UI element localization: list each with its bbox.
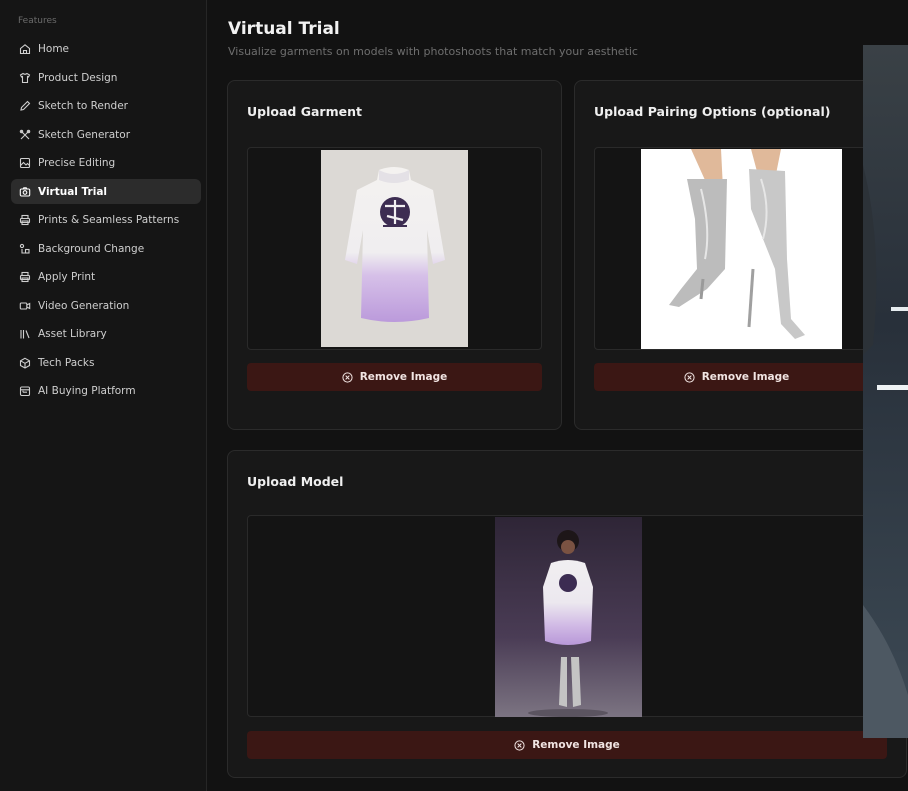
garment-remove-label: Remove Image xyxy=(359,371,448,383)
main-content: Virtual Trial Visualize garments on mode… xyxy=(207,0,908,791)
image-edit-icon xyxy=(18,156,31,169)
sidebar-item-label: Home xyxy=(38,42,70,55)
sidebar-item-tech-packs[interactable]: Tech Packs xyxy=(11,350,201,375)
upload-model-title: Upload Model xyxy=(247,474,344,489)
sidebar-item-label: Tech Packs xyxy=(38,356,95,369)
sidebar-item-virtual-trial[interactable]: Virtual Trial xyxy=(11,179,201,204)
sidebar-item-label: Video Generation xyxy=(38,299,130,312)
sidebar-item-prints-seamless-patterns[interactable]: Prints & Seamless Patterns xyxy=(11,207,201,232)
garment-dropzone[interactable] xyxy=(247,147,542,350)
sidebar-item-product-design[interactable]: Product Design xyxy=(11,65,201,90)
tools-icon xyxy=(18,128,31,141)
upload-garment-card: Upload Garment Remove Image xyxy=(227,80,562,430)
upload-model-card: Upload Model Remove Image xyxy=(227,450,907,778)
pairing-remove-image-button[interactable]: Remove Image xyxy=(594,363,879,391)
printer-icon xyxy=(18,270,31,283)
video-icon xyxy=(18,299,31,312)
sidebar-item-label: Asset Library xyxy=(38,327,107,340)
sidebar-item-label: Precise Editing xyxy=(38,156,116,169)
sidebar-item-home[interactable]: Home xyxy=(11,36,201,61)
upload-garment-title: Upload Garment xyxy=(247,104,362,119)
sidebar-item-label: AI Buying Platform xyxy=(38,384,136,397)
sidebar-item-label: Product Design xyxy=(38,71,118,84)
upload-pairing-card: Upload Pairing Options (optional) Remove… xyxy=(574,80,894,430)
printer-icon xyxy=(18,213,31,226)
garment-image xyxy=(321,150,468,347)
close-circle-icon xyxy=(342,371,353,383)
sidebar-item-label: Prints & Seamless Patterns xyxy=(38,213,180,226)
sidebar-item-label: Sketch to Render xyxy=(38,99,128,112)
sidebar-item-sketch-generator[interactable]: Sketch Generator xyxy=(11,122,201,147)
features-section-label: Features xyxy=(18,16,57,26)
sidebar-item-asset-library[interactable]: Asset Library xyxy=(11,321,201,346)
upload-pairing-title: Upload Pairing Options (optional) xyxy=(594,104,831,119)
page-subtitle: Visualize garments on models with photos… xyxy=(228,45,638,58)
boots-image xyxy=(641,149,842,349)
sidebar-item-video-generation[interactable]: Video Generation xyxy=(11,293,201,318)
sidebar-item-sketch-to-render[interactable]: Sketch to Render xyxy=(11,93,201,118)
close-circle-icon xyxy=(514,739,525,751)
library-icon xyxy=(18,327,31,340)
pairing-remove-label: Remove Image xyxy=(701,371,790,383)
sidebar-item-precise-editing[interactable]: Precise Editing xyxy=(11,150,201,175)
model-dropzone[interactable] xyxy=(247,515,907,717)
home-icon xyxy=(18,42,31,55)
garment-remove-image-button[interactable]: Remove Image xyxy=(247,363,542,391)
model-image xyxy=(495,517,642,717)
sidebar-item-apply-print[interactable]: Apply Print xyxy=(11,264,201,289)
sidebar-item-ai-buying-platform[interactable]: AI Buying Platform xyxy=(11,378,201,403)
sidebar-item-label: Sketch Generator xyxy=(38,128,131,141)
sidebar: Features Home Product Design Sketch to R… xyxy=(0,0,207,791)
pairing-dropzone[interactable] xyxy=(594,147,879,350)
close-circle-icon xyxy=(684,371,695,383)
model-remove-label: Remove Image xyxy=(532,739,620,751)
model-remove-image-button[interactable]: Remove Image xyxy=(247,731,887,759)
shirt-icon xyxy=(18,71,31,84)
package-icon xyxy=(18,356,31,369)
sidebar-item-label: Apply Print xyxy=(38,270,96,283)
sidebar-item-label: Background Change xyxy=(38,242,145,255)
sidebar-item-background-change[interactable]: Background Change xyxy=(11,236,201,261)
result-preview-image xyxy=(863,45,908,738)
camera-icon xyxy=(18,185,31,198)
shapes-icon xyxy=(18,242,31,255)
page-title: Virtual Trial xyxy=(228,19,340,39)
calendar-icon xyxy=(18,384,31,397)
sidebar-item-label: Virtual Trial xyxy=(38,185,108,198)
pencil-icon xyxy=(18,99,31,112)
